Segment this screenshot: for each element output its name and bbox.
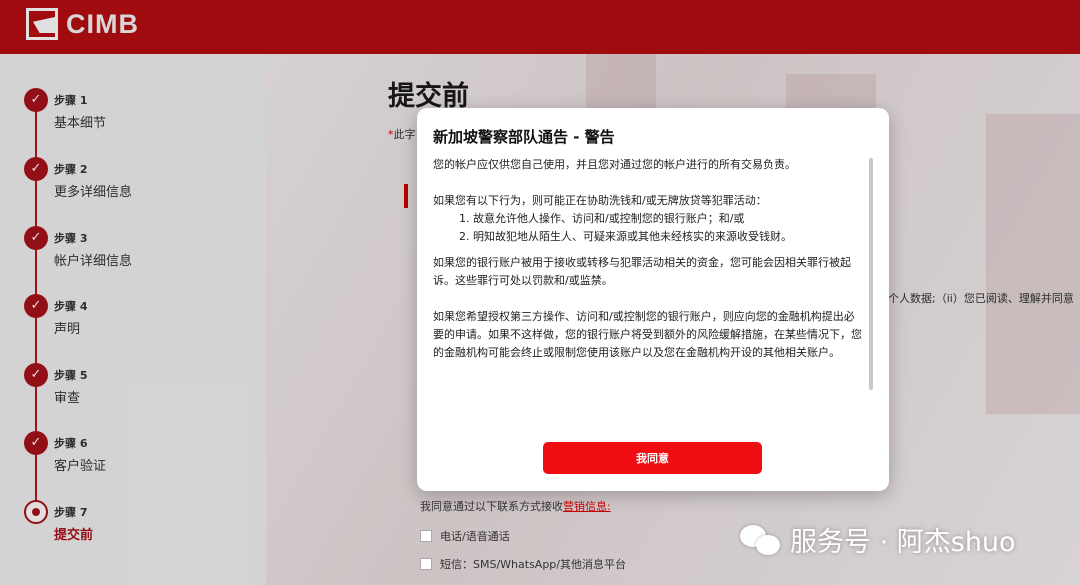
watermark: 服务号 · 阿杰shuo <box>740 520 1016 559</box>
paragraph: 如果您的银行账户被用于接收或转移与犯罪活动相关的资金，您可能会因相关罪行被起诉。… <box>433 256 851 287</box>
marketing-info-link[interactable]: 营销信息: <box>563 500 611 513</box>
modal-title: 新加坡警察部队通告 - 警告 <box>433 128 615 146</box>
option-label: 短信：SMS/WhatsApp/其他消息平台 <box>440 558 626 571</box>
wechat-icon <box>740 523 782 557</box>
marketing-consent-text: 我同意通过以下联系方式接收营销信息: <box>420 500 611 513</box>
option-phone[interactable]: 电话/语音通话 <box>420 528 510 544</box>
checkbox[interactable] <box>420 558 432 570</box>
spf-warning-modal: 新加坡警察部队通告 - 警告 您的帐户应仅供您自己使用，并且您对通过您的帐户进行… <box>417 108 889 491</box>
list-item: 1. 故意允许他人操作、访问和/或控制您的银行账户；和/或 <box>459 212 745 225</box>
modal-scrollbar[interactable] <box>869 158 873 390</box>
checkbox[interactable] <box>420 530 432 542</box>
option-sms[interactable]: 短信：SMS/WhatsApp/其他消息平台 <box>420 556 626 572</box>
watermark-text: 服务号 · 阿杰shuo <box>790 527 1016 558</box>
modal-body: 您的帐户应仅供您自己使用，并且您对通过您的帐户进行的所有交易负责。 如果您有以下… <box>433 156 863 388</box>
paragraph: 如果您有以下行为，则可能正在协助洗钱和/或无牌放贷等犯罪活动： <box>433 194 767 207</box>
option-label: 电话/语音通话 <box>440 530 510 543</box>
agree-button[interactable]: 我同意 <box>543 442 762 474</box>
paragraph: 如果您希望授权第三方操作、访问和/或控制您的银行账户，则应向您的金融机构提出必要… <box>433 310 862 359</box>
list-item: 2. 明知故犯地从陌生人、可疑来源或其他未经核实的来源收受钱财。 <box>459 230 792 243</box>
paragraph: 您的帐户应仅供您自己使用，并且您对通过您的帐户进行的所有交易负责。 <box>433 158 796 171</box>
scrollbar-thumb[interactable] <box>869 158 873 390</box>
offence-list: 1. 故意允许他人操作、访问和/或控制您的银行账户；和/或 2. 明知故犯地从陌… <box>447 210 863 246</box>
